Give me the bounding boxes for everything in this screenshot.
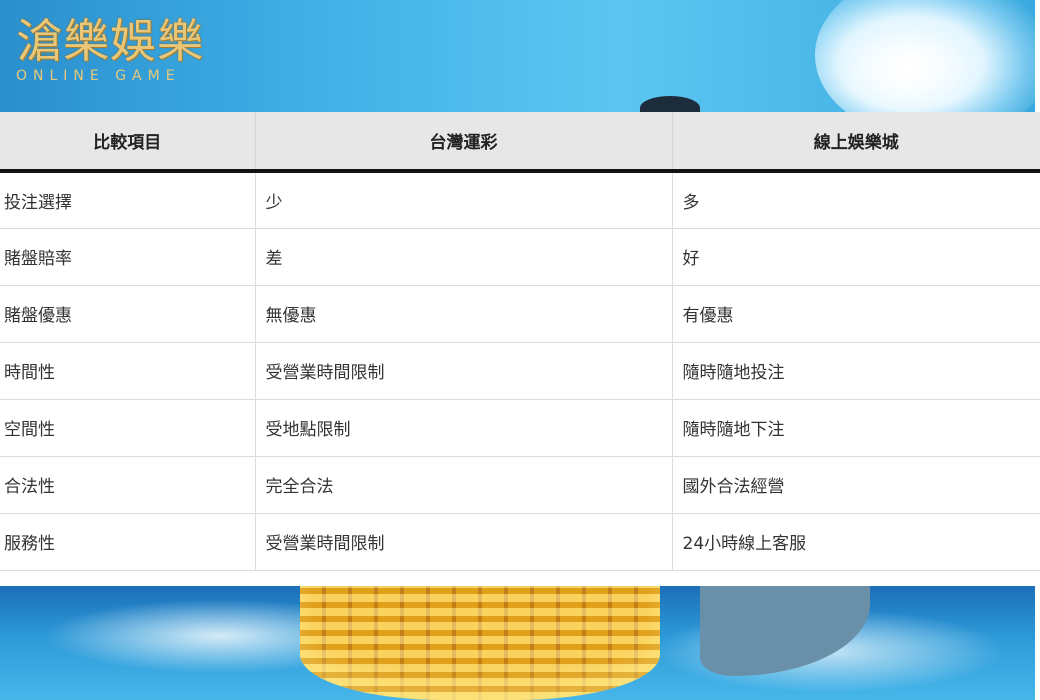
table-cell: 賭盤賠率 (0, 228, 256, 286)
table-row: 投注選擇 少 多 (0, 171, 1040, 229)
table-row: 服務性 受營業時間限制 24小時線上客服 (0, 513, 1040, 571)
table-row: 空間性 受地點限制 隨時隨地下注 (0, 399, 1040, 457)
wave-decoration (835, 30, 975, 112)
table-cell: 好 (672, 228, 1040, 286)
table-cell: 服務性 (0, 513, 256, 571)
table-row: 賭盤賠率 差 好 (0, 228, 1040, 286)
table-cell: 差 (255, 228, 673, 286)
table-cell: 隨時隨地下注 (672, 399, 1040, 457)
table-header-row: 比較項目 台灣運彩 線上娛樂城 (0, 112, 1040, 173)
table-cell: 賭盤優惠 (0, 285, 256, 343)
column-header: 比較項目 (0, 112, 256, 173)
table-cell: 無優惠 (255, 285, 673, 343)
table-cell: 受營業時間限制 (255, 513, 673, 571)
table-cell: 完全合法 (255, 456, 673, 514)
logo-title: 滄樂娛樂 (16, 14, 204, 68)
comparison-table: 比較項目 台灣運彩 線上娛樂城 投注選擇 少 多 賭盤賠率 差 好 賭盤優惠 無… (0, 112, 1040, 571)
table-cell: 時間性 (0, 342, 256, 400)
column-header: 台灣運彩 (255, 112, 673, 173)
table-cell: 受營業時間限制 (255, 342, 673, 400)
bottom-banner (0, 586, 1035, 700)
column-header: 線上娛樂城 (672, 112, 1040, 173)
table-row: 時間性 受營業時間限制 隨時隨地投注 (0, 342, 1040, 400)
shark-fin-image (640, 96, 700, 112)
table-row: 賭盤優惠 無優惠 有優惠 (0, 285, 1040, 343)
top-banner: 滄樂娛樂 ONLINE GAME (0, 0, 1035, 112)
logo-subtitle: ONLINE GAME (16, 68, 181, 84)
table-cell: 合法性 (0, 456, 256, 514)
table-row: 合法性 完全合法 國外合法經營 (0, 456, 1040, 514)
table-cell: 多 (672, 171, 1040, 229)
site-logo[interactable]: 滄樂娛樂 ONLINE GAME (16, 14, 204, 84)
table-cell: 24小時線上客服 (672, 513, 1040, 571)
table-cell: 國外合法經營 (672, 456, 1040, 514)
table-cell: 少 (255, 171, 673, 229)
table-cell: 空間性 (0, 399, 256, 457)
table-cell: 受地點限制 (255, 399, 673, 457)
table-cell: 投注選擇 (0, 171, 256, 229)
table-cell: 隨時隨地投注 (672, 342, 1040, 400)
gold-coins-shine (300, 586, 660, 700)
table-cell: 有優惠 (672, 285, 1040, 343)
